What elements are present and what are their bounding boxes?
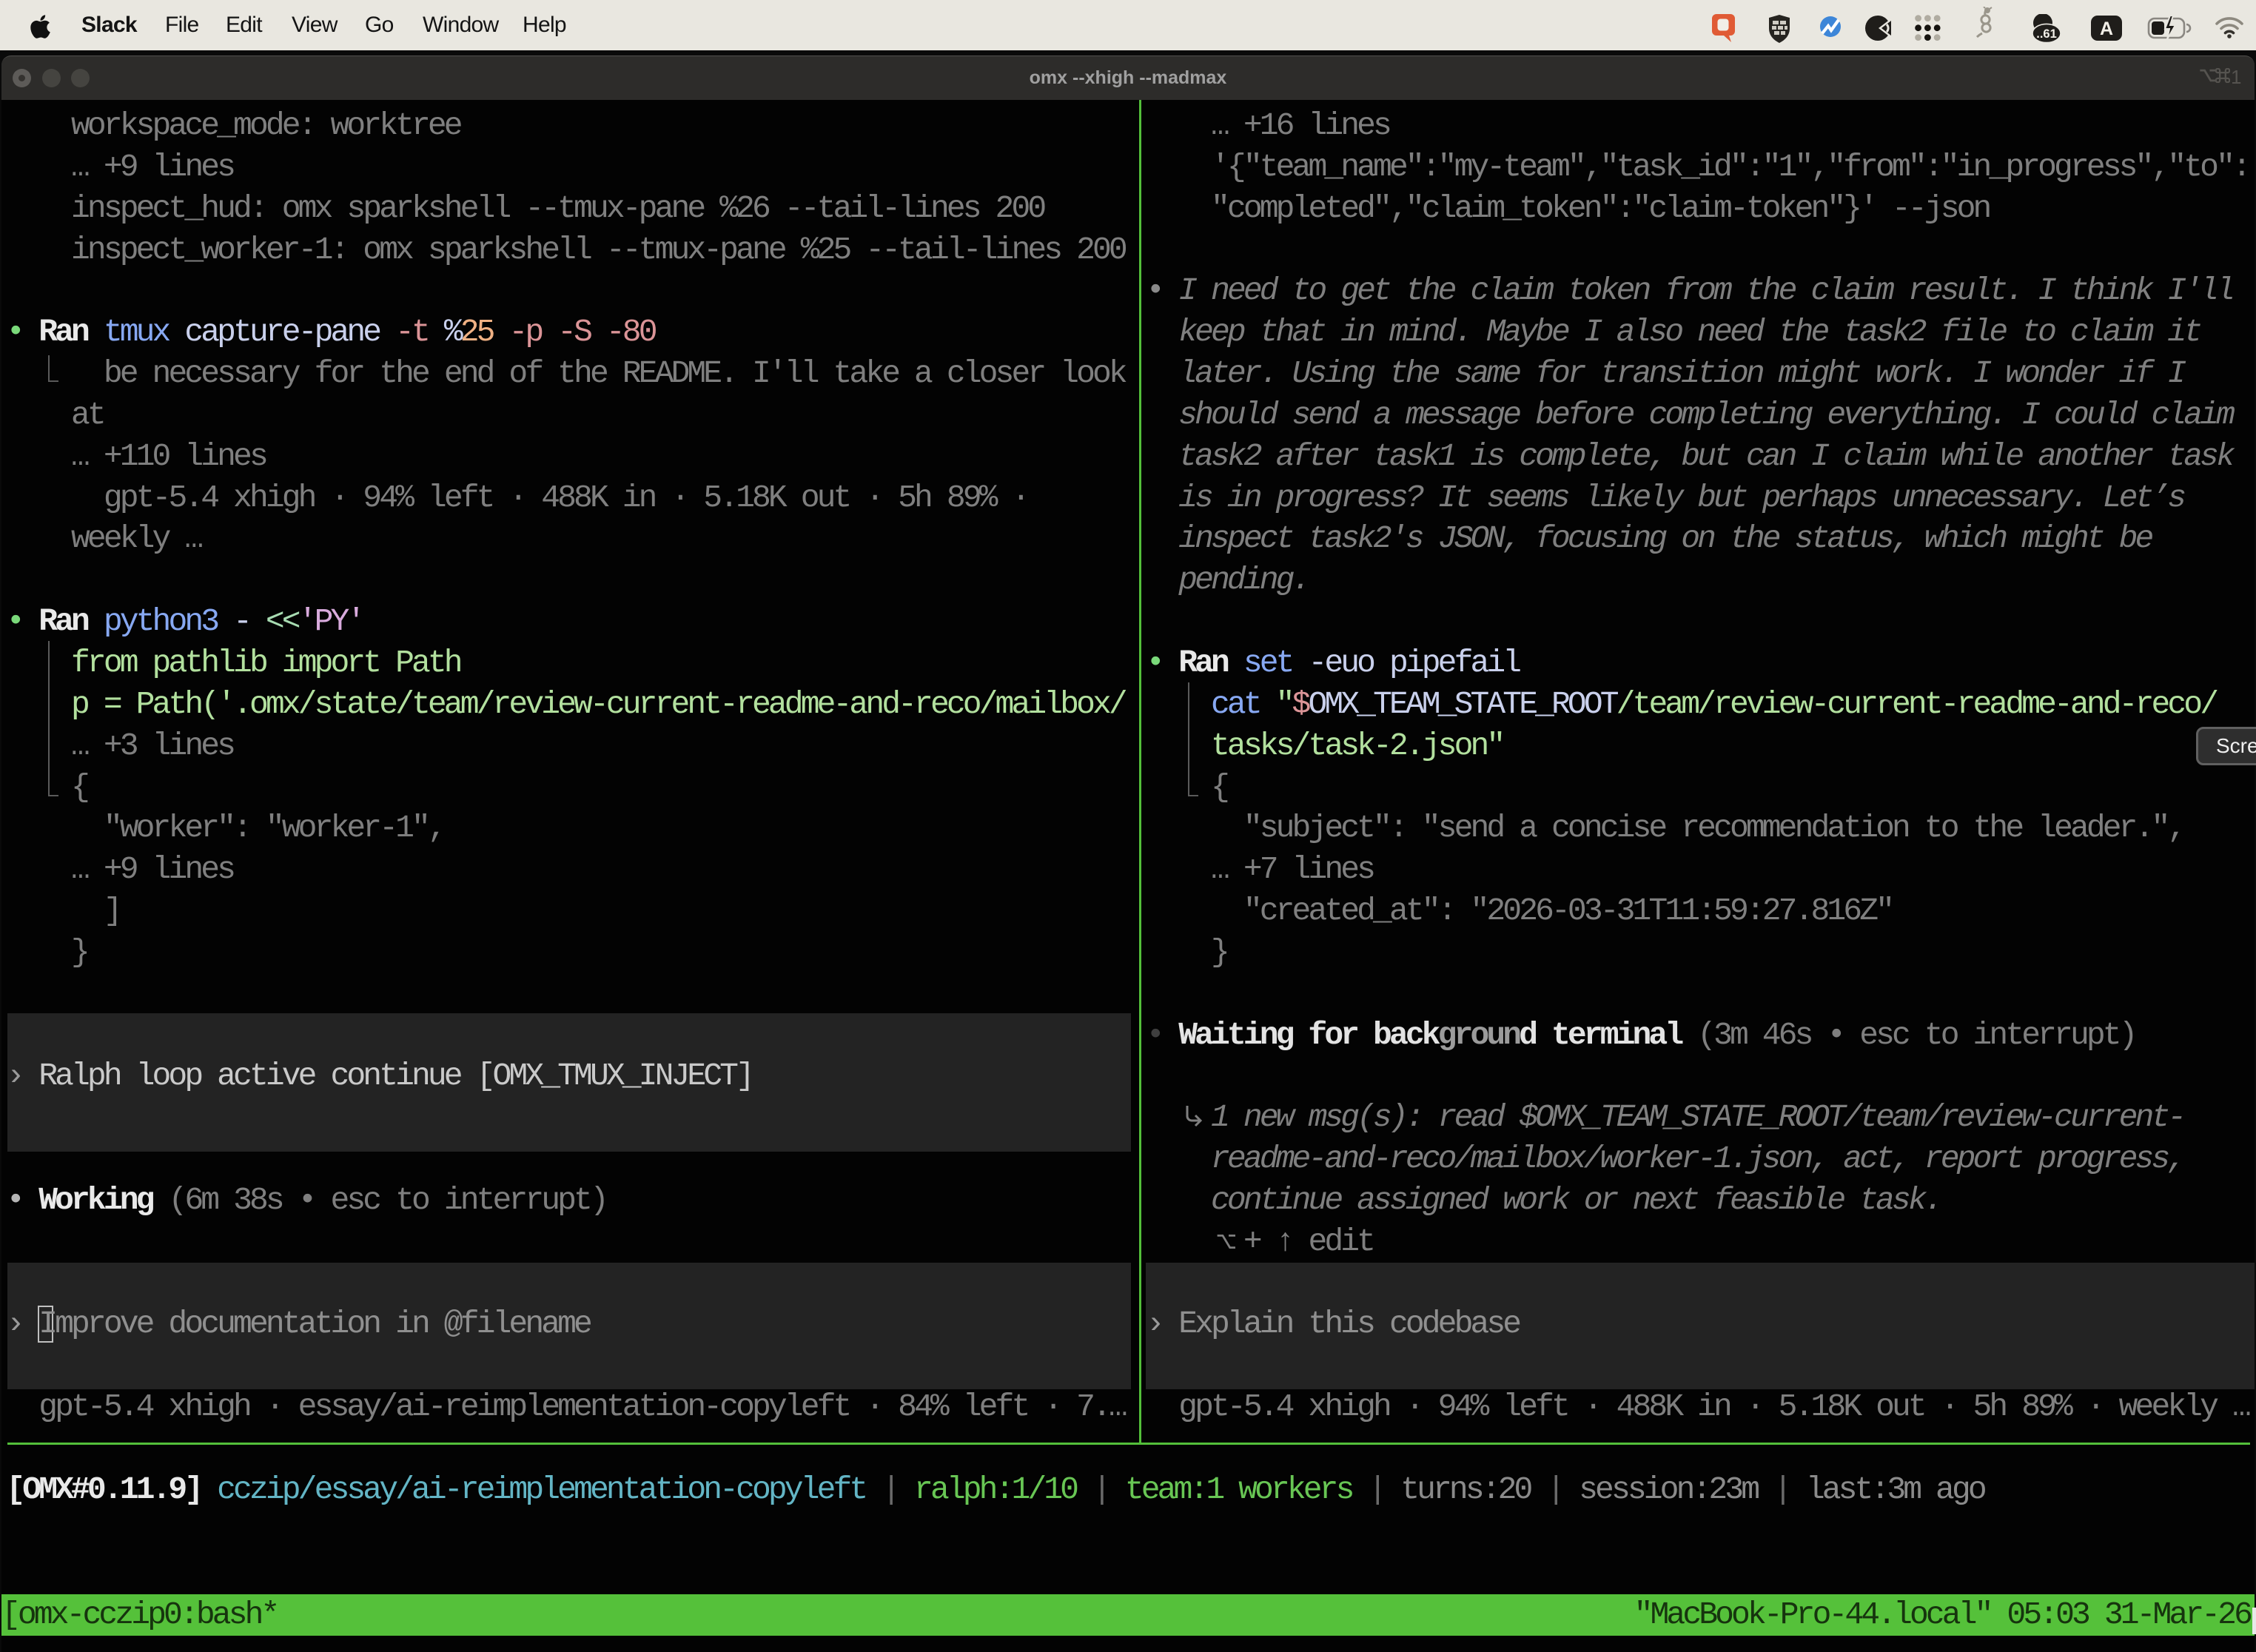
svg-text:A: A	[2100, 19, 2113, 39]
svg-text:..61: ..61	[2036, 27, 2057, 41]
